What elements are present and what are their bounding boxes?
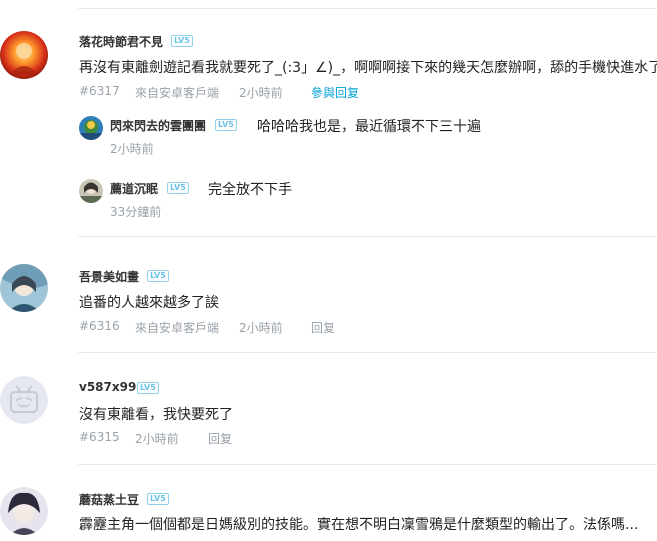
username[interactable]: 吾景美如畫 [79,268,139,285]
avatar[interactable] [79,179,103,203]
level-badge: LV5 [167,182,189,194]
avatar[interactable] [0,487,48,535]
reply-username[interactable]: 薦道沉眠 [110,180,158,197]
floor-number: #6315 [79,430,120,444]
avatar[interactable] [0,31,48,79]
comment-divider [78,464,657,465]
username[interactable]: 蘑菇蒸土豆 [79,491,139,508]
level-badge: LV5 [215,119,237,131]
reply-text: 哈哈哈我也是，最近循環不下三十遍 [257,119,481,135]
username[interactable]: 落花時節君不見 [79,33,163,50]
level-badge: LV5 [137,382,159,394]
post-time: 2小時前 [239,86,283,100]
comment-divider [78,352,657,353]
client-source: 來自安卓客戶端 [135,321,220,335]
level-badge: LV5 [147,493,169,505]
comment-text: 追番的人越來越多了誒 [79,295,219,311]
reply-button[interactable]: 回复 [311,319,335,336]
avatar[interactable] [79,116,103,140]
level-badge: LV5 [171,35,193,47]
reply-time: 33分鐘前 [110,205,162,219]
reply-time: 2小時前 [110,142,154,156]
comment-text: 沒有東離看，我快要死了 [79,407,233,423]
reply-username[interactable]: 閃來閃去的雲團團 [110,117,206,134]
username[interactable]: v587x99 [79,380,136,394]
floor-number: #6317 [79,84,120,98]
reply-text: 完全放不下手 [208,182,292,198]
comment-text: 霹靂主角一個個都是日媽級別的技能。實在想不明白凜雪鴉是什麼類型的輸出了。法係嗎.… [79,517,639,533]
comment-divider [78,8,657,9]
comment-divider [78,236,657,237]
reply-button[interactable]: 回复 [208,430,232,447]
avatar[interactable] [0,264,48,312]
level-badge: LV5 [147,270,169,282]
client-source: 來自安卓客戶端 [135,86,220,100]
avatar[interactable] [0,376,48,424]
post-time: 2小時前 [135,432,179,446]
floor-number: #6316 [79,319,120,333]
comment-text: 再沒有東離劍遊記看我就要死了_(:3」∠)_，啊啊啊接下來的幾天怎麼辦啊，舔的手… [79,60,657,76]
reply-button[interactable]: 參與回复 [311,84,359,101]
post-time: 2小時前 [239,321,283,335]
